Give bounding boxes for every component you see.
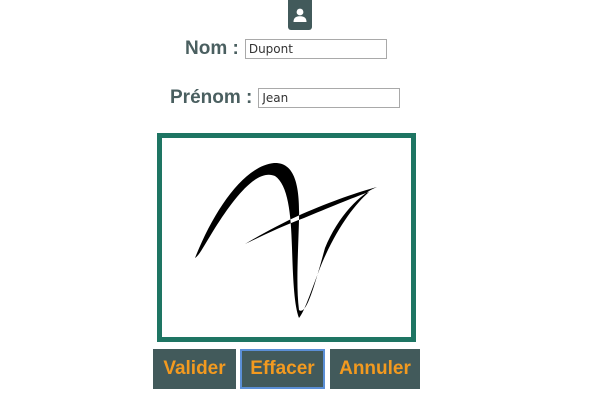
effacer-button[interactable]: Effacer [240, 349, 325, 389]
valider-button[interactable]: Valider [153, 349, 236, 389]
prenom-label: Prénom : [170, 87, 253, 108]
user-icon [293, 8, 307, 22]
prenom-row: Prénom : [170, 87, 401, 109]
signature-form-page: Nom : Prénom : Valider Effacer Annuler [0, 0, 600, 400]
nom-input[interactable] [244, 39, 387, 59]
user-badge [288, 0, 312, 30]
signature-stroke [195, 162, 377, 318]
signature-pad[interactable] [157, 133, 416, 342]
nom-label: Nom : [185, 38, 239, 59]
prenom-input[interactable] [258, 88, 401, 108]
annuler-button[interactable]: Annuler [330, 349, 420, 389]
nom-row: Nom : [185, 38, 387, 60]
